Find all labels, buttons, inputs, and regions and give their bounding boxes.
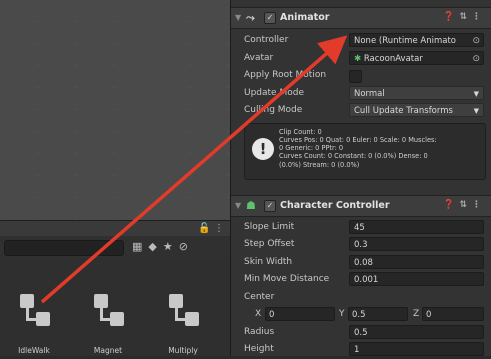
arrow-line (40, 35, 348, 304)
drag-arrow-annotation (40, 35, 348, 304)
